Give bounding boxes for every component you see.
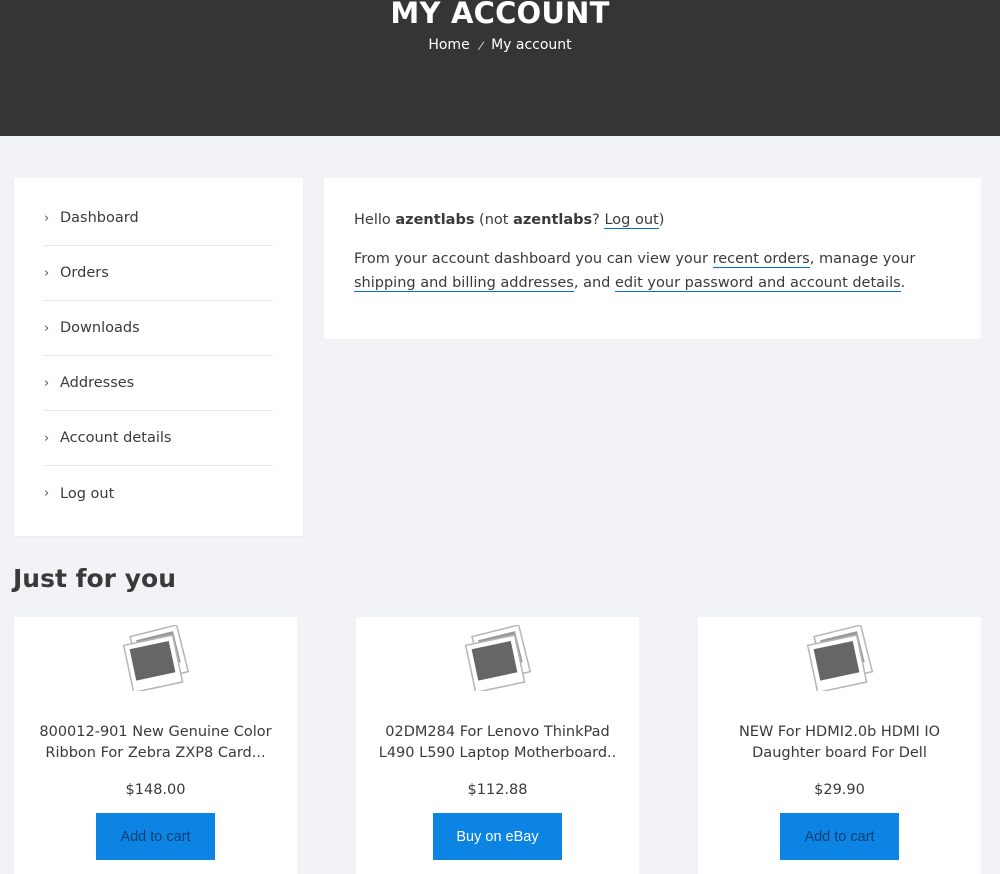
greeting-text: ? — [592, 212, 605, 228]
image-placeholder-icon — [464, 625, 532, 691]
recent-orders-link[interactable]: recent orders — [712, 251, 810, 268]
product-card: 02DM284 For Lenovo ThinkPad L490 L590 La… — [356, 617, 639, 874]
breadcrumb-separator: / — [476, 41, 485, 52]
intro-text: . — [900, 275, 906, 291]
product-price: $148.00 — [125, 782, 186, 798]
greeting-text: (not — [474, 212, 514, 228]
chevron-right-icon: › — [44, 265, 50, 281]
product-price: $112.88 — [467, 782, 528, 798]
add-to-cart-button[interactable]: Add to cart — [96, 813, 215, 860]
product-title[interactable]: 800012-901 New Genuine Color Ribbon For … — [34, 722, 277, 764]
page-header: MY ACCOUNT Home / My account — [0, 0, 1000, 136]
recommendations-title: Just for you — [13, 564, 176, 593]
product-card: NEW For HDMI2.0b HDMI IO Daughter board … — [698, 617, 981, 874]
sidebar-item-label: Orders — [60, 265, 109, 281]
sidebar-item-label: Log out — [60, 485, 115, 502]
chevron-right-icon: › — [44, 486, 50, 501]
sidebar-item-label: Account details — [60, 430, 172, 446]
sidebar-item-label: Downloads — [60, 320, 140, 336]
breadcrumb-current: My account — [491, 37, 572, 53]
sidebar-item-downloads[interactable]: › Downloads — [44, 301, 273, 356]
sidebar-item-logout[interactable]: › Log out — [44, 466, 273, 521]
account-details-link[interactable]: edit your password and account details — [614, 275, 901, 292]
product-title[interactable]: 02DM284 For Lenovo ThinkPad L490 L590 La… — [376, 722, 619, 764]
sidebar-item-dashboard[interactable]: › Dashboard — [44, 191, 273, 246]
addresses-link[interactable]: shipping and billing addresses — [354, 275, 574, 292]
logout-link[interactable]: Log out — [604, 212, 659, 229]
greeting-text: ) — [658, 212, 665, 228]
sidebar-item-label: Dashboard — [60, 210, 139, 226]
chevron-right-icon: › — [44, 430, 50, 446]
username: azentlabs — [395, 212, 475, 228]
greeting: Hello azentlabs (not azentlabs? Log out) — [354, 208, 951, 232]
chevron-right-icon: › — [44, 320, 50, 336]
page-title: MY ACCOUNT — [390, 0, 610, 30]
intro-text: From your account dashboard you can view… — [354, 251, 713, 267]
chevron-right-icon: › — [44, 210, 50, 226]
image-placeholder-icon — [806, 625, 874, 691]
sidebar-item-label: Addresses — [60, 375, 135, 391]
intro-text: , and — [573, 275, 615, 291]
breadcrumb: Home / My account — [0, 36, 1000, 56]
chevron-right-icon: › — [44, 375, 50, 391]
sidebar-item-account-details[interactable]: › Account details — [44, 411, 273, 466]
product-title[interactable]: NEW For HDMI2.0b HDMI IO Daughter board … — [718, 722, 961, 764]
sidebar-item-orders[interactable]: › Orders — [44, 246, 273, 301]
account-navigation: › Dashboard › Orders › Downloads › Addre… — [14, 178, 303, 536]
product-price: $29.90 — [814, 782, 865, 798]
intro-text: , manage your — [809, 251, 916, 267]
add-to-cart-button[interactable]: Add to cart — [780, 813, 899, 860]
breadcrumb-home-link[interactable]: Home — [428, 37, 469, 53]
username: azentlabs — [513, 212, 593, 228]
sidebar-item-addresses[interactable]: › Addresses — [44, 356, 273, 411]
dashboard-intro: From your account dashboard you can view… — [354, 247, 951, 295]
dashboard-content: Hello azentlabs (not azentlabs? Log out)… — [324, 178, 981, 339]
product-card: 800012-901 New Genuine Color Ribbon For … — [14, 617, 297, 874]
buy-on-ebay-button[interactable]: Buy on eBay — [433, 813, 562, 860]
image-placeholder-icon — [122, 625, 190, 691]
greeting-text: Hello — [354, 212, 396, 228]
